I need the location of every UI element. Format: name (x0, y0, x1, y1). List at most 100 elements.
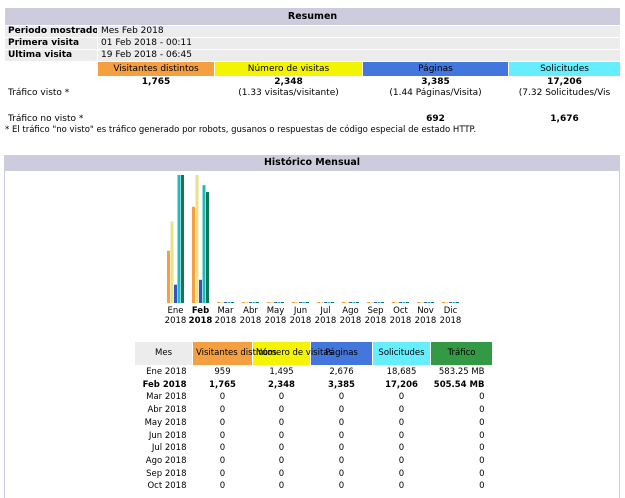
cell-visits: 1,495 (269, 367, 294, 377)
seen-traffic-label: Tráfico visto * (4, 76, 98, 110)
bar-pages (424, 302, 427, 303)
cell-month: Mar 2018 (146, 392, 187, 403)
month-label-name: Ago (342, 306, 359, 316)
bar-visits (420, 302, 424, 303)
table-row: Ene 2018 959 1,495 2,676 18,685 583.25 MB (135, 366, 493, 379)
bar-pages (324, 302, 327, 303)
month-label-name: Dic (443, 306, 458, 316)
cell-traffic: 0 (479, 443, 485, 454)
bar-traffic (381, 302, 384, 303)
bar-pages (374, 302, 377, 303)
bar-traffic (256, 302, 259, 303)
month-label: Oct 2018 (388, 306, 413, 326)
bar-visits (295, 302, 299, 303)
first-visit-value: 01 Feb 2018 - 00:11 (96, 37, 622, 50)
cell-pages: 2,676 (329, 367, 354, 377)
month-label: Ene 2018 (163, 306, 188, 326)
period-label: Periodo mostrado (4, 25, 98, 38)
bar-visitors (192, 206, 195, 303)
bar-requests (202, 185, 206, 303)
cell-requests: 0 (398, 392, 405, 403)
bar-traffic (431, 302, 434, 303)
table-row: Jul 2018 0 0 0 0 0 (135, 442, 493, 455)
traffic-note: * El tráfico "no visto" es tráfico gener… (5, 125, 477, 135)
bar-visits (170, 221, 174, 303)
bar-visits (320, 302, 324, 303)
bar-visitors (392, 302, 395, 303)
summary-corner (4, 61, 98, 77)
cell-pages: 0 (338, 443, 345, 454)
bar-requests (327, 302, 331, 303)
bar-requests (177, 175, 181, 303)
bar-visits (195, 175, 199, 303)
month-label-year: 2018 (314, 316, 337, 326)
cell-visitors: 0 (219, 392, 226, 403)
month-label-year: 2018 (339, 316, 362, 326)
cell-requests: 17,206 (385, 379, 418, 390)
month-label: Feb 2018 (188, 306, 213, 326)
monthly-chart (167, 175, 459, 303)
last-visit-label: Última visita (4, 49, 98, 62)
cell-month: Oct 2018 (147, 481, 187, 492)
cell-month: Abr 2018 (147, 405, 187, 416)
month-label-year: 2018 (364, 316, 387, 326)
bar-requests (352, 302, 356, 303)
col-requests: Solicitudes (507, 61, 622, 77)
cell-visits: 0 (278, 443, 285, 454)
cell-traffic: 505.54 MB (433, 379, 485, 390)
month-label-name: Sep (367, 306, 384, 316)
bar-visitors (242, 302, 245, 303)
bar-traffic (456, 302, 459, 303)
bar-visitors (267, 302, 270, 303)
th-visits: Número de visitas (252, 341, 333, 366)
bar-traffic (231, 302, 234, 303)
cell-pages: 0 (338, 430, 345, 441)
month-label: Sep 2018 (363, 306, 388, 326)
month-label-name: Jun (293, 306, 308, 316)
history-title: Histórico Mensual (4, 155, 620, 170)
bar-visitors (292, 302, 295, 303)
month-label-year: 2018 (439, 316, 462, 326)
cell-traffic: 0 (479, 481, 485, 492)
cell-pages: 0 (338, 468, 345, 479)
unseen-requests: 1,676 (507, 109, 622, 130)
bar-visits (370, 302, 374, 303)
month-label-name: Jul (320, 306, 331, 316)
cell-requests: 0 (398, 443, 405, 454)
cell-requests: 0 (398, 405, 405, 416)
th-requests: Solicitudes (372, 341, 431, 366)
bar-pages (199, 279, 202, 303)
cell-pages: 0 (338, 405, 345, 416)
bar-pages (224, 302, 227, 303)
bar-visits (445, 302, 449, 303)
bar-pages (249, 302, 252, 303)
seen-visitors: 1,765 (97, 76, 215, 110)
month-label: May 2018 (263, 306, 288, 326)
cell-visits: 0 (278, 455, 285, 466)
bar-visits (395, 302, 399, 303)
bar-requests (452, 302, 456, 303)
bar-requests (252, 302, 256, 303)
cell-month: Ene 2018 (146, 367, 187, 377)
month-label-year: 2018 (414, 316, 437, 326)
bar-requests (277, 302, 281, 303)
cell-traffic: 0 (479, 405, 485, 416)
cell-visits: 0 (278, 405, 285, 416)
bar-visitors (317, 302, 320, 303)
cell-visitors: 0 (219, 443, 226, 454)
month-label-year: 2018 (289, 316, 312, 326)
table-row: Abr 2018 0 0 0 0 0 (135, 404, 493, 417)
seen-pages: 3,385 (1.44 Páginas/Visita) (362, 76, 509, 110)
month-label: Ago 2018 (338, 306, 363, 326)
bar-visits (270, 302, 274, 303)
bar-requests (227, 302, 231, 303)
cell-visitors: 0 (219, 405, 226, 416)
cell-traffic: 0 (479, 417, 485, 428)
col-visitors: Visitantes distintos (97, 61, 215, 77)
month-label: Nov 2018 (413, 306, 438, 326)
cell-pages: 3,385 (328, 379, 355, 390)
bar-traffic (406, 302, 409, 303)
bar-requests (402, 302, 406, 303)
cell-visits: 0 (278, 481, 285, 492)
cell-pages: 0 (338, 392, 345, 403)
